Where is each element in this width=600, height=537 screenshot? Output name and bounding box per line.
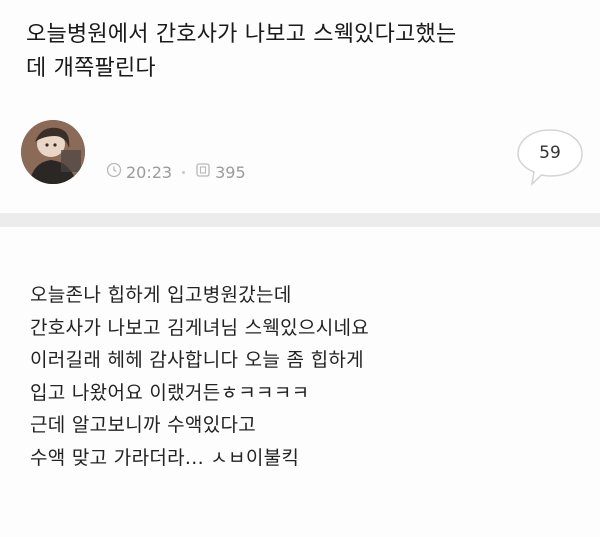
content-line: 입고 나왔어요 이랬거든ㅎㅋㅋㅋㅋ (30, 381, 310, 404)
post-header: 오늘병원에서 간호사가 나보고 스웩있다고했는 데 개쪽팔린다 20:23 39… (0, 0, 600, 213)
section-divider (0, 213, 600, 227)
content-line: 수액 맞고 가라더라... ㅅㅂ이불킥 (30, 446, 300, 469)
comment-count: 59 (539, 143, 561, 163)
author-avatar[interactable] (21, 120, 85, 184)
comment-button[interactable]: 59 (516, 126, 586, 190)
content-line: 근데 알고보니까 수액있다고 (30, 414, 257, 436)
clock-icon (106, 162, 122, 182)
view-count-icon (195, 162, 211, 182)
post-page: 오늘병원에서 간호사가 나보고 스웩있다고했는 데 개쪽팔린다 20:23 39… (0, 0, 600, 537)
meta-separator (182, 170, 186, 174)
content-line: 이러길래 헤헤 감사합니다 오늘 좀 힙하게 (30, 349, 364, 371)
post-time: 20:23 (126, 162, 173, 182)
post-meta: 20:23 395 (106, 162, 246, 182)
avatar-image (21, 120, 85, 184)
view-count: 395 (215, 162, 246, 182)
post-body: 오늘존나 힙하게 입고병원갔는데 간호사가 나보고 김게녀님 스웩있으시네요 이… (0, 227, 600, 537)
content-line: 간호사가 나보고 김게녀님 스웩있으시네요 (30, 316, 370, 339)
content-line: 오늘존나 힙하게 입고병원갔는데 (30, 284, 292, 306)
post-title: 오늘병원에서 간호사가 나보고 스웩있다고했는 데 개쪽팔린다 (26, 22, 457, 81)
post-content: 오늘존나 힙하게 입고병원갔는데 간호사가 나보고 김게녀님 스웩있으시네요 이… (30, 279, 590, 474)
